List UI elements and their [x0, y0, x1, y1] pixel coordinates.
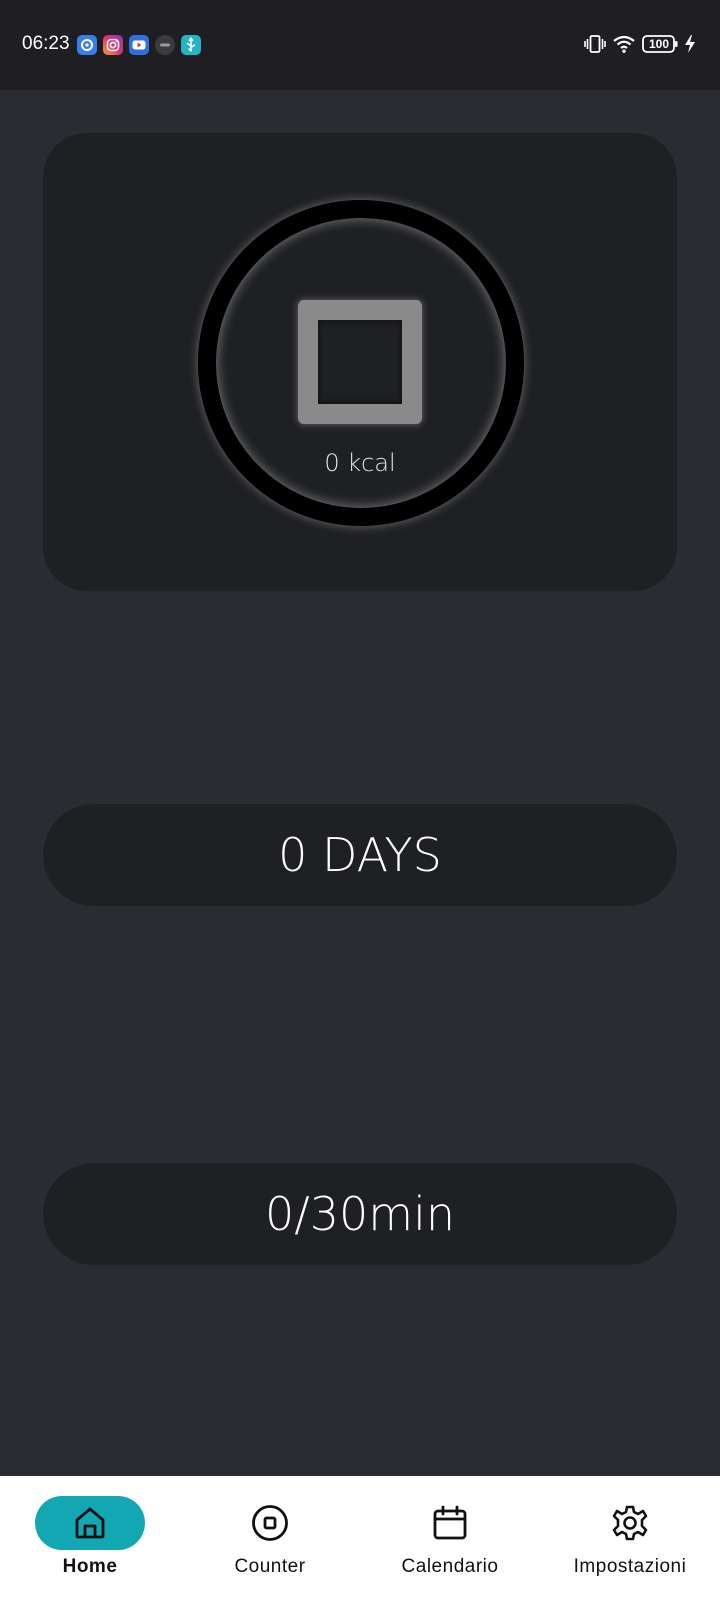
- stop-button[interactable]: [298, 300, 422, 424]
- days-streak-display: 0 DAYS: [43, 804, 677, 906]
- nav-item-impostazioni[interactable]: Impostazioni: [540, 1476, 720, 1612]
- notification-icons: [77, 35, 201, 55]
- nav-item-home[interactable]: Home: [0, 1476, 180, 1612]
- app-icon: [155, 35, 175, 55]
- nav-label-calendario: Calendario: [401, 1556, 499, 1577]
- settings-app-icon: [77, 35, 97, 55]
- nav-item-counter[interactable]: Counter: [180, 1476, 360, 1612]
- stop-circle-icon: [215, 1496, 325, 1550]
- bottom-navigation: Home Counter Calendario Impostazioni: [0, 1476, 720, 1612]
- charging-icon: [684, 34, 696, 54]
- vibrate-icon: [584, 33, 606, 55]
- nav-label-counter: Counter: [234, 1556, 306, 1577]
- home-icon: [35, 1496, 145, 1550]
- nav-label-impostazioni: Impostazioni: [573, 1556, 687, 1577]
- usb-icon: [181, 35, 201, 55]
- status-bar: 06:23 100: [0, 0, 720, 90]
- status-indicators: 100: [584, 33, 696, 55]
- calories-label: 0 kcal: [324, 449, 396, 477]
- status-time: 06:23: [22, 33, 70, 54]
- wifi-icon: [612, 34, 636, 54]
- calendar-icon: [395, 1496, 505, 1550]
- nav-item-calendario[interactable]: Calendario: [360, 1476, 540, 1612]
- youtube-icon: [129, 35, 149, 55]
- battery-level: 100: [648, 37, 670, 51]
- instagram-icon: [103, 35, 123, 55]
- battery-icon: 100: [642, 34, 678, 54]
- gear-icon: [575, 1496, 685, 1550]
- nav-label-home: Home: [62, 1556, 118, 1577]
- minutes-progress-display: 0/30min: [43, 1163, 677, 1265]
